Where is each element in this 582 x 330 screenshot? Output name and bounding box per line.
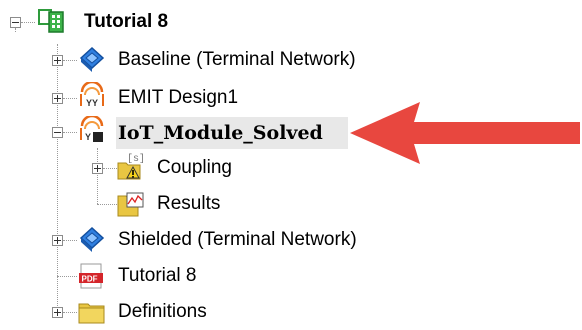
project-tree: Tutorial 8 Baseline (Terminal Network) Y…	[0, 0, 582, 330]
tree-item-emit-design1[interactable]: EMIT Design1	[118, 80, 238, 116]
tree-line-h-shielded	[63, 240, 77, 241]
tree-line-h-iot	[63, 132, 77, 133]
tree-item-definitions[interactable]: Definitions	[118, 294, 207, 330]
tree-line-root	[15, 28, 16, 32]
callout-arrow	[350, 102, 580, 164]
svg-text:YY: YY	[86, 98, 98, 108]
tree-root-label: Tutorial 8	[84, 11, 169, 32]
root-collapse-toggle[interactable]	[10, 17, 21, 28]
hfss-design-icon	[77, 44, 107, 74]
tree-item-shielded[interactable]: Shielded (Terminal Network)	[118, 222, 357, 258]
tree-item-tutorial8-pdf-label: Tutorial 8	[118, 265, 197, 286]
hfss-design-icon	[77, 224, 107, 254]
tree-item-tutorial8-pdf[interactable]: Tutorial 8	[118, 258, 197, 294]
svg-text:PDF: PDF	[82, 275, 98, 284]
tree-root[interactable]: Tutorial 8	[84, 4, 168, 40]
tree-item-results-label: Results	[157, 193, 221, 214]
tree-line-h-definitions	[63, 312, 77, 313]
tree-item-results[interactable]: Results	[157, 186, 220, 222]
tree-line-root-h	[21, 22, 35, 23]
tree-item-emit-design1-label: EMIT Design1	[118, 87, 239, 108]
baseline-expand-toggle[interactable]	[52, 55, 63, 66]
emit-design1-expand-toggle[interactable]	[52, 93, 63, 104]
tree-item-iot-module-solved-label: IoT_Module_Solved	[118, 122, 323, 144]
tree-line-h-baseline	[63, 60, 77, 61]
svg-text:[s]: [s]	[127, 153, 145, 165]
tree-line-h-pdf	[57, 276, 77, 277]
coupling-expand-toggle[interactable]	[92, 163, 103, 174]
folder-icon	[77, 297, 107, 327]
tree-line-level1	[57, 44, 58, 312]
tree-item-baseline-label: Baseline (Terminal Network)	[118, 49, 356, 70]
shielded-expand-toggle[interactable]	[52, 235, 63, 246]
definitions-expand-toggle[interactable]	[52, 307, 63, 318]
tree-item-definitions-label: Definitions	[118, 301, 207, 322]
tree-item-baseline[interactable]: Baseline (Terminal Network)	[118, 42, 356, 78]
pdf-icon: PDF	[77, 261, 107, 291]
tree-line-h-emit	[63, 98, 77, 99]
tree-item-iot-module-solved[interactable]: IoT_Module_Solved	[118, 115, 323, 151]
coupling-folder-icon: [s]	[116, 151, 146, 181]
tree-item-coupling-label: Coupling	[157, 157, 232, 178]
tree-line-h-results	[97, 204, 117, 205]
tree-item-coupling[interactable]: Coupling	[157, 150, 232, 186]
project-icon	[37, 6, 67, 36]
tree-line-level2	[97, 148, 98, 204]
tree-item-shielded-label: Shielded (Terminal Network)	[118, 229, 357, 250]
emit-design-icon: YY	[77, 80, 107, 112]
svg-text:Y: Y	[85, 132, 91, 142]
results-folder-icon	[116, 188, 146, 218]
iot-module-collapse-toggle[interactable]	[52, 127, 63, 138]
tree-line-h-coupling	[103, 168, 117, 169]
emit-design-icon: Y	[77, 114, 107, 146]
